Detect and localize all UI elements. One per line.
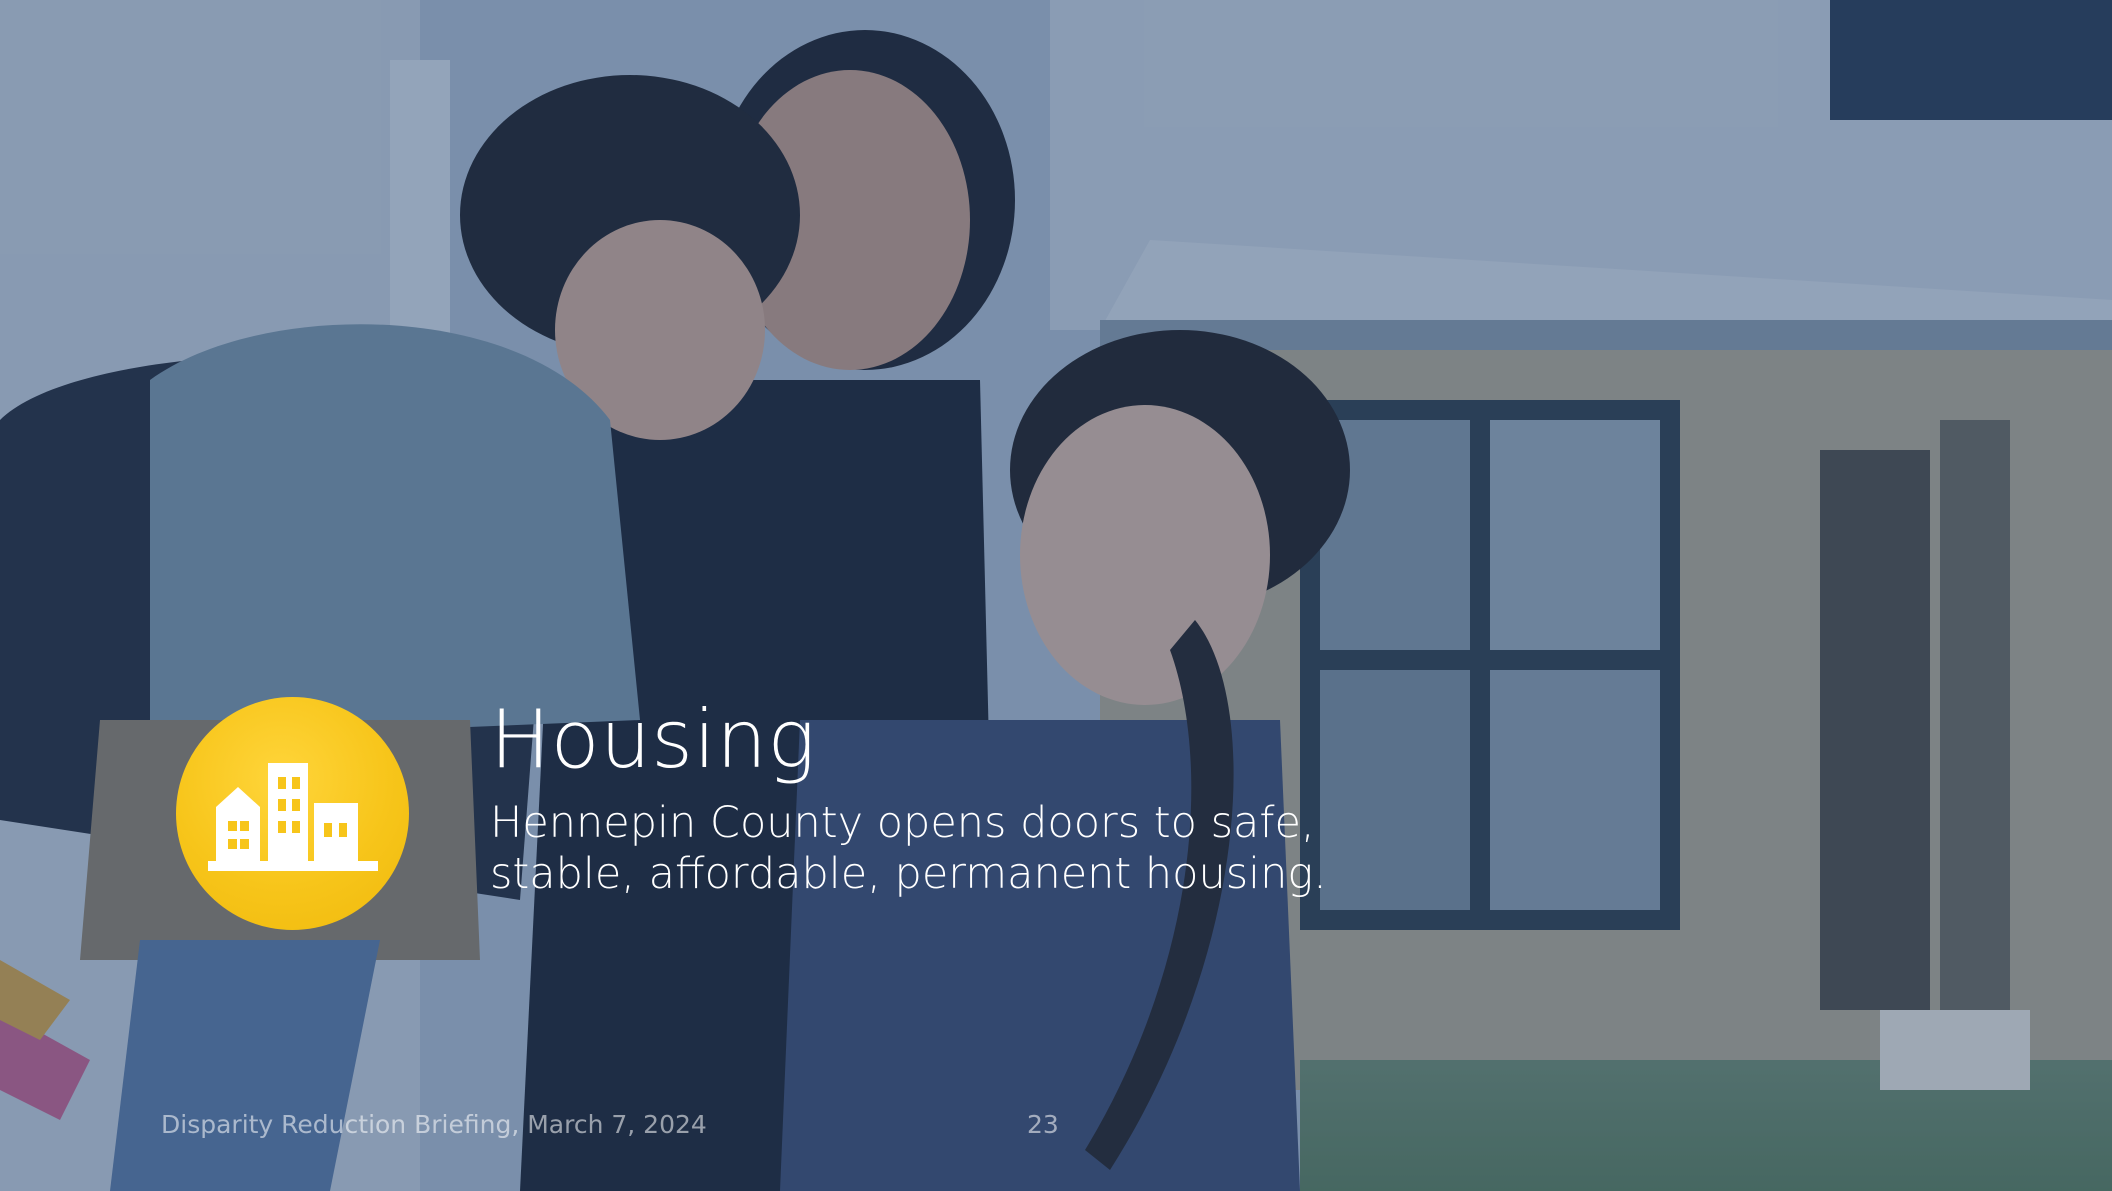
slide-title: Housing — [490, 693, 816, 786]
housing-icon-badge — [176, 697, 409, 930]
slide: Housing Hennepin County opens doors to s… — [0, 0, 2112, 1191]
buildings-icon — [207, 762, 378, 871]
page-number: 23 — [1027, 1110, 1059, 1139]
slide-footer: Disparity Reduction Briefing, March 7, 2… — [161, 1110, 707, 1139]
slide-subtitle: Hennepin County opens doors to safe, sta… — [490, 798, 1327, 899]
blue-tint-overlay — [0, 0, 2112, 1191]
